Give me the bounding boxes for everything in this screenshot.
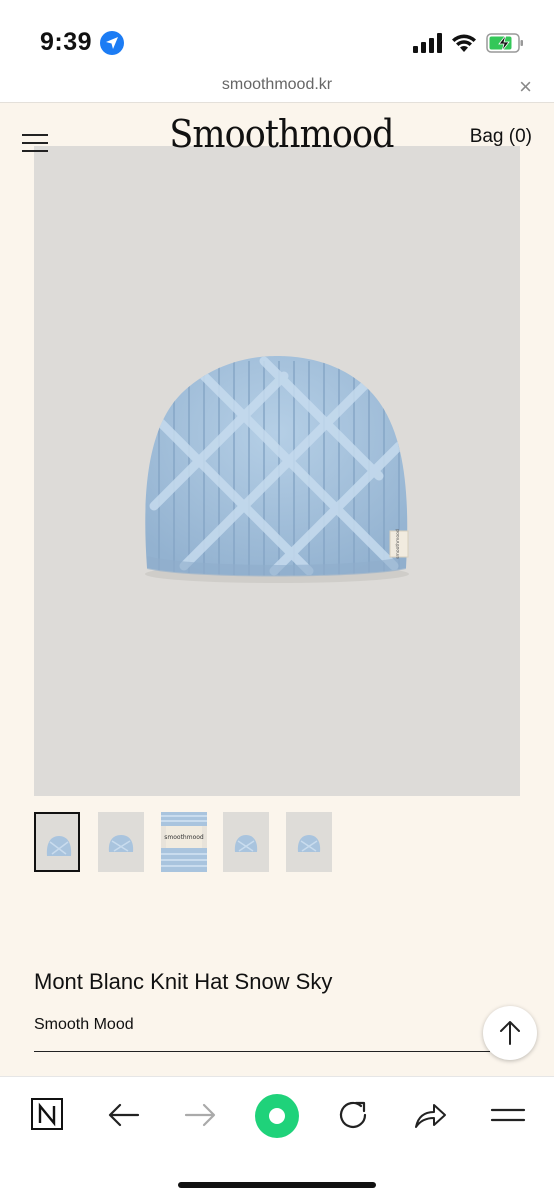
site-logo[interactable]: Smoothmood xyxy=(169,112,394,156)
product-main-image[interactable]: smoothmood xyxy=(34,146,520,796)
product-title: Mont Blanc Knit Hat Snow Sky xyxy=(34,969,333,994)
knit-hat-image: smoothmood xyxy=(145,356,409,583)
reload-icon[interactable] xyxy=(334,1095,374,1135)
thumbnail-3[interactable]: smoothmood xyxy=(161,812,207,872)
status-bar: 9:39 xyxy=(0,0,554,72)
thumbnail-5[interactable] xyxy=(286,812,332,872)
thumbnail-4[interactable] xyxy=(223,812,269,872)
arrow-up-icon xyxy=(500,1021,520,1045)
whale-home-button[interactable] xyxy=(254,1093,300,1139)
green-circle-icon xyxy=(255,1094,299,1138)
battery-charging-icon xyxy=(486,33,523,53)
browser-url-bar[interactable]: smoothmood.kr × xyxy=(0,72,554,103)
share-icon[interactable] xyxy=(410,1095,450,1135)
bag-link[interactable]: Bag (0) xyxy=(470,126,532,148)
thumb-label-text: smoothmood xyxy=(164,834,204,841)
divider xyxy=(34,1051,490,1052)
thumbnail-2[interactable] xyxy=(98,812,144,872)
menu-lines-icon[interactable] xyxy=(488,1095,528,1135)
hamburger-menu-icon[interactable] xyxy=(22,133,48,153)
hat-label-text: smoothmood xyxy=(395,529,401,559)
product-brand: Smooth Mood xyxy=(34,1016,134,1033)
clock: 9:39 xyxy=(40,28,93,56)
notion-icon[interactable] xyxy=(28,1095,68,1135)
thumbnail-1[interactable] xyxy=(34,812,80,872)
scroll-to-top-button[interactable] xyxy=(483,1006,537,1060)
url-text[interactable]: smoothmood.kr xyxy=(0,76,554,94)
cellular-signal-icon xyxy=(413,33,442,53)
home-indicator xyxy=(178,1182,376,1188)
forward-arrow-icon[interactable] xyxy=(180,1095,220,1135)
back-arrow-icon[interactable] xyxy=(104,1095,144,1135)
wifi-icon xyxy=(452,34,476,52)
close-icon[interactable]: × xyxy=(519,74,532,100)
location-icon xyxy=(100,31,124,55)
